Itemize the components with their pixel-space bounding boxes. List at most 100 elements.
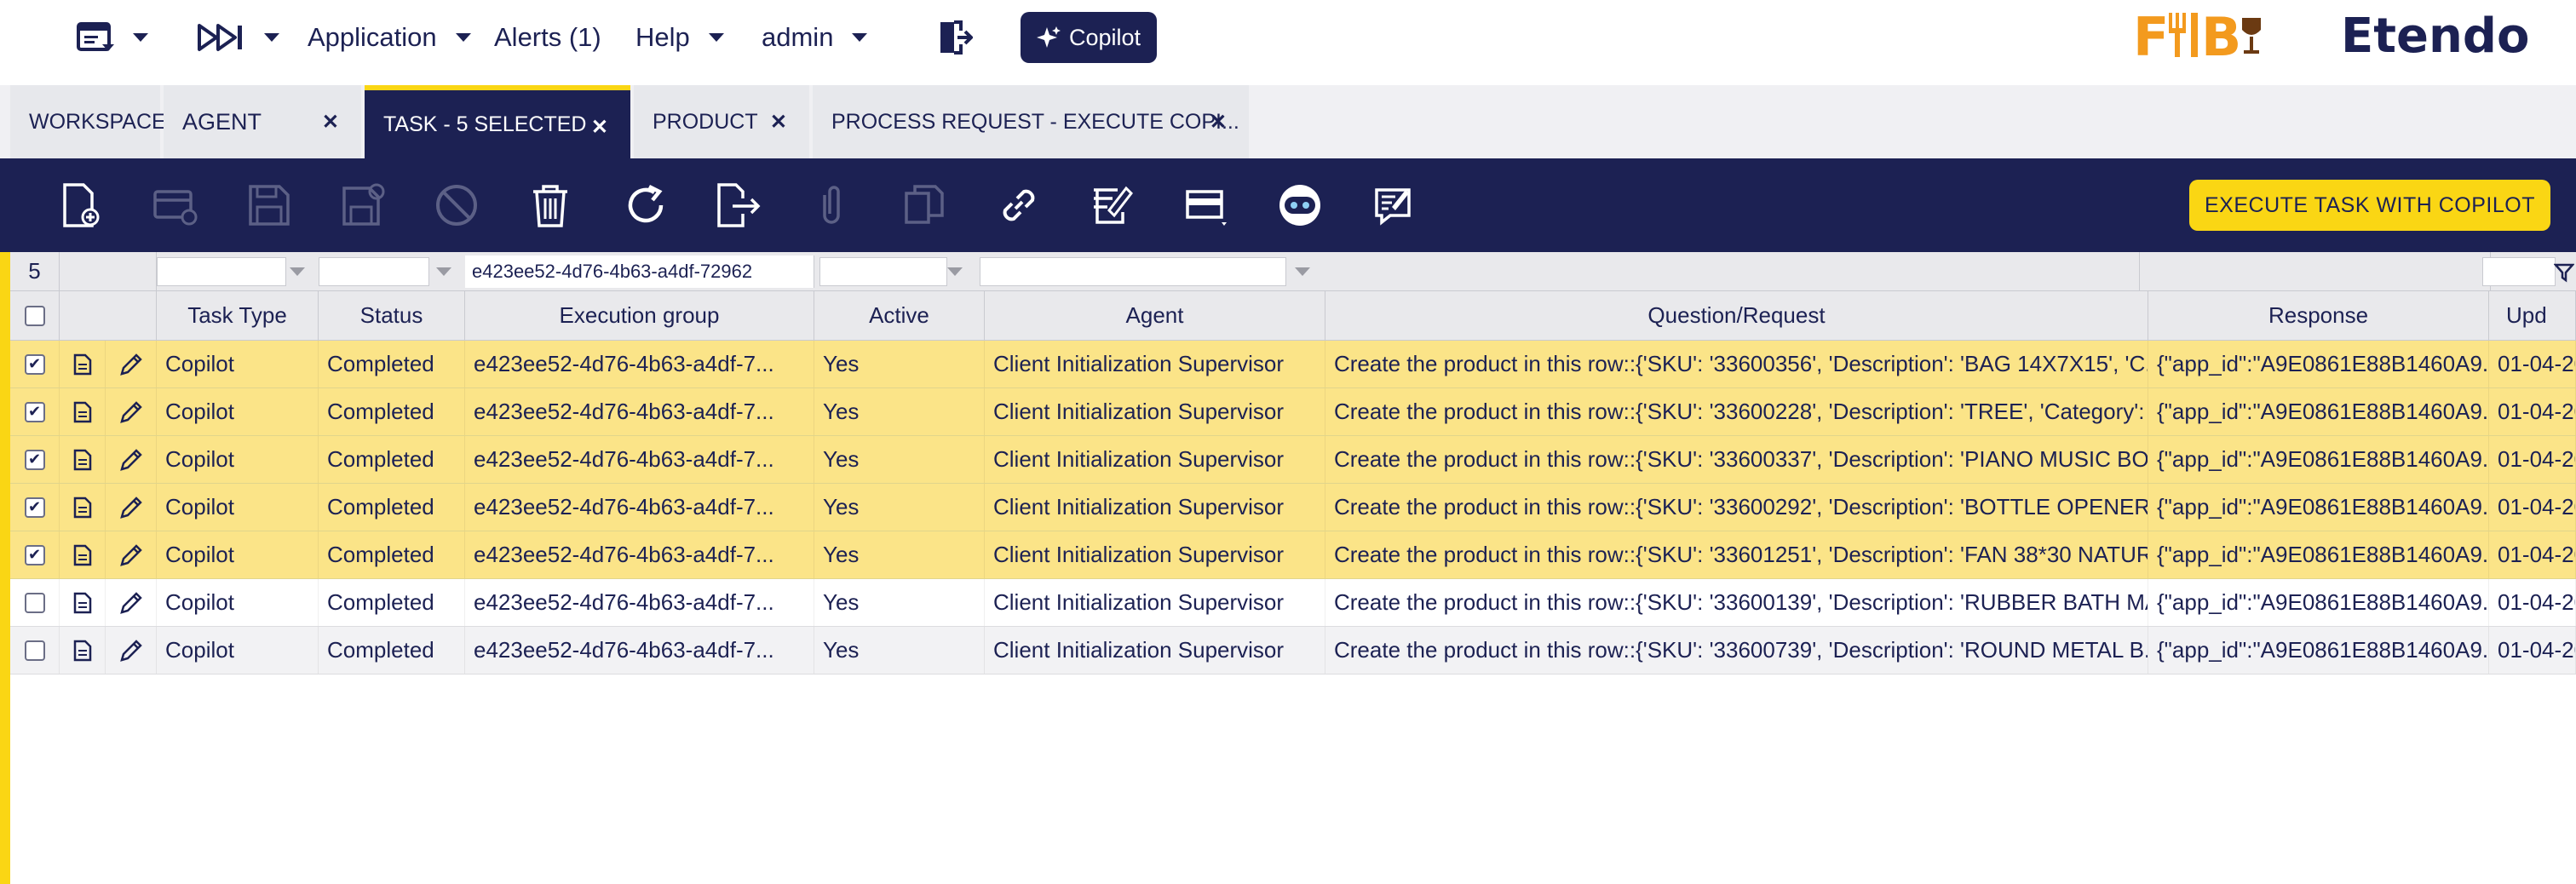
document-icon[interactable] <box>60 436 106 483</box>
delete-button[interactable] <box>526 181 574 229</box>
row-checkbox[interactable]: ✔ <box>24 497 45 518</box>
row-checkbox[interactable]: ✔ <box>24 401 45 422</box>
cell-updated: 01-04-20 <box>2489 484 2576 531</box>
cell-agent: Client Initialization Supervisor <box>985 341 1325 387</box>
filter-execution-group[interactable]: e423ee52-4d76-4b63-a4df-72962 <box>465 255 814 288</box>
delete-icon <box>533 185 567 227</box>
edit-pencil-icon[interactable] <box>106 436 157 483</box>
cell-agent: Client Initialization Supervisor <box>985 388 1325 435</box>
help-menu[interactable]: Help <box>635 12 724 63</box>
close-icon[interactable]: ✕ <box>1210 85 1227 158</box>
layout-button[interactable] <box>1182 181 1230 229</box>
table-row[interactable]: ✔ Copilot Completed e423ee52-4d76-4b63-a4df… <box>10 341 2576 388</box>
quick-launch-button[interactable] <box>198 12 279 63</box>
application-menu[interactable]: Application <box>308 12 471 63</box>
table-row[interactable]: Copilot Completed e423ee52-4d76-4b63-a4df-… <box>10 627 2576 674</box>
column-header-response[interactable]: Response <box>2148 291 2489 340</box>
row-checkbox[interactable] <box>24 592 45 613</box>
chevron-down-icon[interactable] <box>947 267 963 276</box>
filter-active[interactable] <box>819 257 947 286</box>
table-row[interactable]: ✔ Copilot Completed e423ee52-4d76-4b63-a4df… <box>10 531 2576 579</box>
cell-question-request: Create the product in this row::{'SKU': … <box>1325 484 2148 531</box>
row-checkbox[interactable] <box>24 640 45 661</box>
close-icon[interactable]: ✕ <box>591 90 608 164</box>
column-header-row: Task Type Status Execution group Active … <box>10 291 2576 341</box>
cell-response: {"app_id":"A9E0861E88B1460A9... <box>2148 531 2489 578</box>
cell-response: {"app_id":"A9E0861E88B1460A9... <box>2148 388 2489 435</box>
chevron-down-icon[interactable] <box>1295 267 1310 276</box>
edit-pencil-icon[interactable] <box>106 388 157 435</box>
row-checkbox[interactable]: ✔ <box>24 353 45 375</box>
tab-product[interactable]: PRODUCT ✕ <box>634 85 809 158</box>
tab-process-request[interactable]: PROCESS REQUEST - EXECUTE COPI... ✕ <box>813 85 1249 158</box>
layout-icon <box>1186 190 1227 226</box>
column-header-question-request[interactable]: Question/Request <box>1325 291 2148 340</box>
table-row[interactable]: ✔ Copilot Completed e423ee52-4d76-4b63-a4df… <box>10 388 2576 436</box>
row-select-cell: ✔ <box>10 436 60 483</box>
edit-pencil-icon[interactable] <box>106 627 157 674</box>
copilot-agent-button[interactable] <box>1276 181 1324 229</box>
alerts-link[interactable]: Alerts (1) <box>494 12 601 63</box>
column-header-agent[interactable]: Agent <box>985 291 1325 340</box>
filter-status[interactable] <box>319 257 429 286</box>
filter-agent[interactable] <box>980 257 1286 286</box>
cell-updated: 01-04-20 <box>2489 627 2576 674</box>
edit-pencil-icon[interactable] <box>106 484 157 531</box>
edit-pencil-icon[interactable] <box>106 579 157 626</box>
execute-task-with-copilot-button[interactable]: EXECUTE TASK WITH COPILOT <box>2189 180 2550 231</box>
edit-pencil-icon[interactable] <box>106 341 157 387</box>
cell-execution-group: e423ee52-4d76-4b63-a4df-7... <box>465 579 814 626</box>
cell-question-request: Create the product in this row::{'SKU': … <box>1325 531 2148 578</box>
close-icon[interactable]: ✕ <box>322 85 339 158</box>
document-icon[interactable] <box>60 531 106 578</box>
filter-updated[interactable] <box>2482 257 2556 286</box>
tab-task[interactable]: TASK - 5 SELECTED ✕ <box>365 85 630 158</box>
save-icon <box>249 185 290 226</box>
cell-response: {"app_id":"A9E0861E88B1460A9... <box>2148 436 2489 483</box>
tab-label: AGENT <box>182 108 262 135</box>
select-all-checkbox[interactable] <box>24 305 45 326</box>
document-icon[interactable] <box>60 341 106 387</box>
chevron-down-icon[interactable] <box>436 267 451 276</box>
column-header-execution-group[interactable]: Execution group <box>465 291 814 340</box>
new-document-button[interactable] <box>56 181 104 229</box>
table-row[interactable]: Copilot Completed e423ee52-4d76-4b63-a4df-… <box>10 579 2576 627</box>
row-checkbox[interactable]: ✔ <box>24 544 45 565</box>
table-row[interactable]: ✔ Copilot Completed e423ee52-4d76-4b63-a4df… <box>10 436 2576 484</box>
document-icon[interactable] <box>60 388 106 435</box>
filter-row: 5 e423ee52-4d76-4b63-a4df-72962 <box>10 252 2576 291</box>
tab-label: TASK - 5 SELECTED <box>383 112 587 136</box>
filter-question-empty <box>1315 252 2140 290</box>
edit-pencil-icon[interactable] <box>106 531 157 578</box>
column-header-updated[interactable]: Upd <box>2489 291 2576 340</box>
filter-icon[interactable] <box>2554 262 2574 283</box>
column-header-status[interactable]: Status <box>319 291 465 340</box>
cell-task-type: Copilot <box>157 436 319 483</box>
audit-button[interactable] <box>1089 181 1136 229</box>
export-button[interactable] <box>714 181 762 229</box>
column-header-task-type[interactable]: Task Type <box>157 291 319 340</box>
table-row[interactable]: ✔ Copilot Completed e423ee52-4d76-4b63-a4df… <box>10 484 2576 531</box>
document-icon[interactable] <box>60 484 106 531</box>
chevron-down-icon[interactable] <box>290 267 305 276</box>
filter-task-type[interactable] <box>157 257 286 286</box>
row-checkbox[interactable]: ✔ <box>24 449 45 470</box>
top-navigation: Application Alerts (1) Help admin Copilo… <box>0 0 2576 85</box>
logout-button[interactable] <box>935 12 973 63</box>
document-icon[interactable] <box>60 579 106 626</box>
close-icon[interactable]: ✕ <box>770 85 787 158</box>
document-icon[interactable] <box>60 627 106 674</box>
user-menu[interactable]: admin <box>762 12 868 63</box>
column-header-active[interactable]: Active <box>814 291 985 340</box>
cell-status: Completed <box>319 436 465 483</box>
refresh-button[interactable] <box>622 181 670 229</box>
link-button[interactable] <box>995 181 1043 229</box>
notes-button[interactable] <box>1370 181 1417 229</box>
copilot-button[interactable]: Copilot <box>1021 12 1157 63</box>
toolbar: EXECUTE TASK WITH COPILOT <box>0 158 2576 252</box>
tab-agent[interactable]: AGENT ✕ <box>164 85 361 158</box>
cell-execution-group: e423ee52-4d76-4b63-a4df-7... <box>465 436 814 483</box>
tab-workspace[interactable]: WORKSPACE <box>10 85 166 158</box>
cell-agent: Client Initialization Supervisor <box>985 436 1325 483</box>
workspace-menu-button[interactable] <box>77 12 148 63</box>
